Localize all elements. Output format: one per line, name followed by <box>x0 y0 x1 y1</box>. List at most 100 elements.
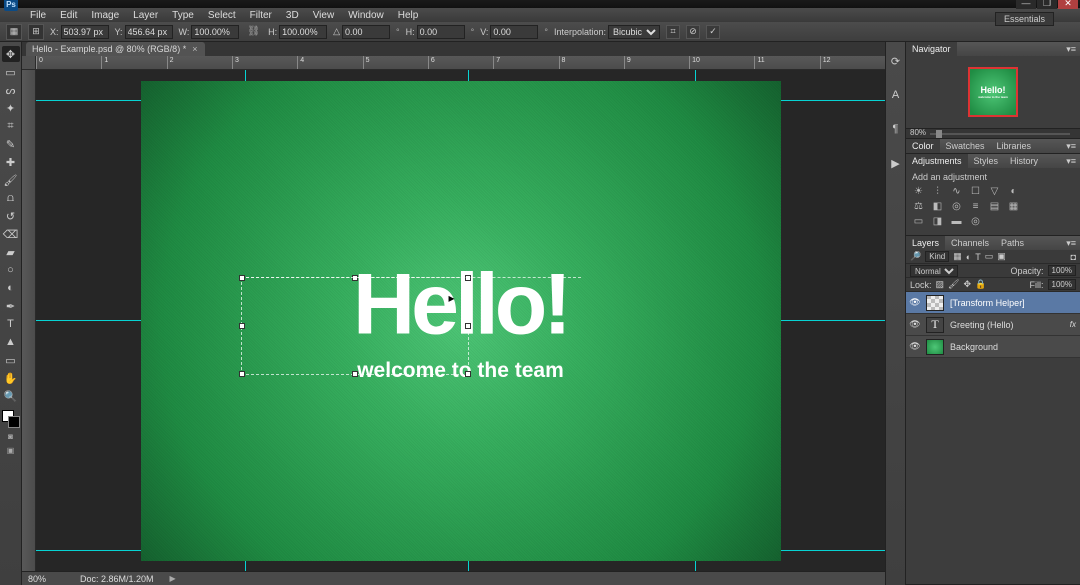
interpolation-select[interactable]: Bicubic <box>608 25 660 39</box>
hand-tool-icon[interactable]: ✋ <box>2 370 20 386</box>
workspace-switcher[interactable]: Essentials <box>995 12 1054 26</box>
color-swatches-icon[interactable] <box>2 410 20 428</box>
navigator-thumbnail[interactable]: Hello! welcome to the team <box>968 67 1018 117</box>
panel-menu-icon[interactable]: ▾≡ <box>1062 236 1080 250</box>
layer-thumbnail[interactable] <box>926 339 944 355</box>
magic-wand-tool-icon[interactable]: ✦ <box>2 100 20 116</box>
lock-pixels-icon[interactable]: 🖌 <box>948 279 959 290</box>
window-minimize-button[interactable]: — <box>1016 0 1036 9</box>
warp-mode-icon[interactable]: ⌗ <box>666 25 680 39</box>
status-menu-icon[interactable]: ▶ <box>170 574 176 583</box>
invert-adjustment-icon[interactable]: ▦ <box>1007 201 1020 212</box>
reference-point-icon[interactable]: ⊞ <box>28 24 44 40</box>
actions-panel-icon[interactable]: ▶ <box>889 156 903 170</box>
layer-name[interactable]: Greeting (Hello) <box>950 320 1014 330</box>
tab-adjustments[interactable]: Adjustments <box>906 154 968 168</box>
layer-fx-icon[interactable]: fx <box>1070 320 1076 329</box>
skew-v-input[interactable] <box>490 25 538 39</box>
fill-value[interactable]: 100% <box>1048 279 1076 290</box>
tab-swatches[interactable]: Swatches <box>940 139 991 153</box>
window-close-button[interactable]: ✕ <box>1058 0 1078 9</box>
tab-history[interactable]: History <box>1004 154 1044 168</box>
canvas[interactable]: Hello! welcome to the team <box>36 70 885 571</box>
layer-item[interactable]: 👁 T Greeting (Hello) fx <box>906 314 1080 336</box>
panel-menu-icon[interactable]: ▾≡ <box>1062 154 1080 168</box>
visibility-toggle-icon[interactable]: 👁 <box>910 298 920 308</box>
vibrance-adjustment-icon[interactable]: ▽ <box>988 186 1001 197</box>
menu-view[interactable]: View <box>307 10 341 21</box>
character-panel-icon[interactable]: A <box>889 88 903 102</box>
ruler-origin-icon[interactable] <box>22 56 36 70</box>
layer-thumbnail[interactable]: T <box>926 317 944 333</box>
zoom-tool-icon[interactable]: 🔍 <box>2 388 20 404</box>
document-tab[interactable]: Hello - Example.psd @ 80% (RGB/8) * × <box>26 42 205 56</box>
tab-styles[interactable]: Styles <box>968 154 1005 168</box>
tab-color[interactable]: Color <box>906 139 940 153</box>
visibility-toggle-icon[interactable]: 👁 <box>910 320 920 330</box>
menu-layer[interactable]: Layer <box>127 10 164 21</box>
tab-libraries[interactable]: Libraries <box>991 139 1038 153</box>
paragraph-panel-icon[interactable]: ¶ <box>889 122 903 136</box>
skew-h-input[interactable] <box>417 25 465 39</box>
eraser-tool-icon[interactable]: ⌫ <box>2 226 20 242</box>
lock-all-icon[interactable]: 🔒 <box>975 279 986 290</box>
menu-filter[interactable]: Filter <box>244 10 278 21</box>
layer-item[interactable]: 👁 [Transform Helper] <box>906 292 1080 314</box>
opacity-value[interactable]: 100% <box>1048 265 1076 276</box>
crop-tool-icon[interactable]: ⌗ <box>2 118 20 134</box>
blur-tool-icon[interactable]: ○ <box>2 262 20 278</box>
brightness-adjustment-icon[interactable]: ☀ <box>912 186 925 197</box>
x-input[interactable] <box>61 25 109 39</box>
menu-type[interactable]: Type <box>166 10 200 21</box>
lock-transparent-icon[interactable]: ▨ <box>936 279 945 290</box>
pen-tool-icon[interactable]: ✒ <box>2 298 20 314</box>
tab-channels[interactable]: Channels <box>945 236 995 250</box>
w-input[interactable] <box>191 25 239 39</box>
path-select-tool-icon[interactable]: ▲ <box>2 334 20 350</box>
channel-mixer-adjustment-icon[interactable]: ≡ <box>969 201 982 212</box>
filter-adjust-icon[interactable]: ◐ <box>966 252 971 262</box>
ruler-vertical[interactable] <box>22 70 36 571</box>
history-panel-icon[interactable]: ⟳ <box>889 54 903 68</box>
filter-type-icon[interactable]: T <box>975 252 981 262</box>
status-zoom[interactable]: 80% <box>28 574 68 584</box>
h-input[interactable] <box>279 25 327 39</box>
menu-edit[interactable]: Edit <box>54 10 83 21</box>
quickmask-icon[interactable]: ◙ <box>4 430 18 442</box>
visibility-toggle-icon[interactable]: 👁 <box>910 342 920 352</box>
stamp-tool-icon[interactable]: ⩍ <box>2 190 20 206</box>
commit-transform-icon[interactable]: ✓ <box>706 25 720 39</box>
brush-tool-icon[interactable]: 🖌 <box>2 172 20 188</box>
menu-image[interactable]: Image <box>85 10 125 21</box>
selective-color-adjustment-icon[interactable]: ◎ <box>969 216 982 227</box>
healing-tool-icon[interactable]: ✚ <box>2 154 20 170</box>
angle-input[interactable] <box>342 25 390 39</box>
gradient-tool-icon[interactable]: ▰ <box>2 244 20 260</box>
menu-select[interactable]: Select <box>202 10 242 21</box>
ruler-horizontal[interactable]: 0123456789101112 <box>36 56 885 70</box>
transform-tool-icon[interactable]: ▦ <box>6 24 22 40</box>
move-tool-icon[interactable]: ✥ <box>2 46 20 62</box>
levels-adjustment-icon[interactable]: ⫶ <box>931 186 944 197</box>
photo-filter-adjustment-icon[interactable]: ◎ <box>950 201 963 212</box>
lasso-tool-icon[interactable]: ᔕ <box>2 82 20 98</box>
status-doc-size[interactable]: Doc: 2.86M/1.20M <box>80 574 154 584</box>
layer-name[interactable]: [Transform Helper] <box>950 298 1025 308</box>
window-restore-button[interactable]: ❐ <box>1037 0 1057 9</box>
link-wh-icon[interactable]: ⛓ <box>245 26 262 37</box>
panel-menu-icon[interactable]: ▾≡ <box>1062 139 1080 153</box>
color-balance-adjustment-icon[interactable]: ⚖ <box>912 201 925 212</box>
history-brush-tool-icon[interactable]: ↺ <box>2 208 20 224</box>
y-input[interactable] <box>125 25 173 39</box>
tab-layers[interactable]: Layers <box>906 236 945 250</box>
gradient-map-adjustment-icon[interactable]: ▬ <box>950 216 963 227</box>
layer-item[interactable]: 👁 Background <box>906 336 1080 358</box>
navigator-zoom-slider[interactable]: 80% <box>906 128 1080 138</box>
shape-tool-icon[interactable]: ▭ <box>2 352 20 368</box>
filter-shape-icon[interactable]: ▭ <box>985 251 994 262</box>
dodge-tool-icon[interactable]: ◐ <box>2 280 20 296</box>
curves-adjustment-icon[interactable]: ∿ <box>950 186 963 197</box>
tab-paths[interactable]: Paths <box>995 236 1030 250</box>
threshold-adjustment-icon[interactable]: ◨ <box>931 216 944 227</box>
bw-adjustment-icon[interactable]: ◧ <box>931 201 944 212</box>
